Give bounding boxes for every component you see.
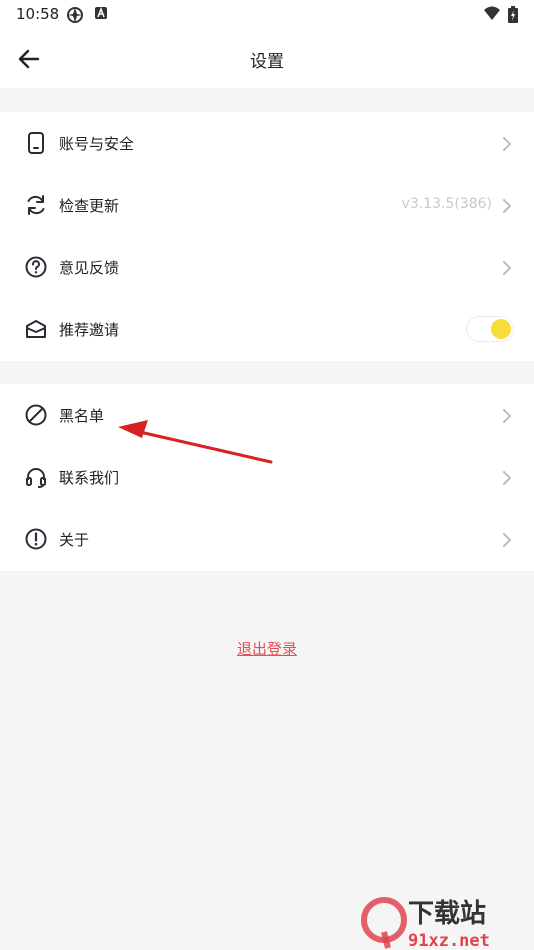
row-label: 意见反馈 bbox=[59, 259, 120, 277]
toggle-knob bbox=[491, 319, 511, 339]
wifi-icon bbox=[484, 6, 500, 20]
row-label: 检查更新 bbox=[59, 197, 120, 215]
headset-icon bbox=[26, 468, 46, 488]
row-invite: 推荐邀请 bbox=[0, 298, 534, 360]
status-bar: 10:58 bbox=[0, 0, 534, 28]
row-about[interactable]: 关于 bbox=[0, 508, 534, 570]
row-account-security[interactable]: 账号与安全 bbox=[0, 112, 534, 174]
refresh-icon bbox=[27, 195, 45, 215]
battery-icon bbox=[508, 6, 518, 23]
logout-link[interactable]: 退出登录 bbox=[0, 638, 534, 659]
row-label: 联系我们 bbox=[59, 469, 120, 487]
row-label: 黑名单 bbox=[59, 407, 105, 425]
chevron-right-icon bbox=[503, 471, 512, 485]
chevron-right-icon bbox=[503, 199, 512, 213]
phone-icon bbox=[28, 132, 44, 154]
row-label: 账号与安全 bbox=[59, 135, 135, 153]
mail-icon bbox=[26, 320, 46, 338]
row-contact-us[interactable]: 联系我们 bbox=[0, 446, 534, 508]
sync-status-icon bbox=[67, 7, 83, 23]
row-check-update[interactable]: 检查更新 v3.13.5(386) bbox=[0, 174, 534, 236]
chevron-right-icon bbox=[503, 137, 512, 151]
row-blacklist[interactable]: 黑名单 bbox=[0, 384, 534, 446]
chevron-right-icon bbox=[503, 261, 512, 275]
block-icon bbox=[25, 404, 47, 426]
chevron-right-icon bbox=[503, 533, 512, 547]
settings-group-account: 账号与安全 检查更新 v3.13.5(386) 意见反馈 推荐邀请 bbox=[0, 112, 534, 361]
version-value: v3.13.5(386) bbox=[401, 196, 492, 212]
watermark-brand: 下载站 bbox=[408, 899, 486, 929]
watermark-site: 91xz.net bbox=[408, 931, 490, 950]
page-title: 设置 bbox=[250, 52, 284, 72]
row-feedback[interactable]: 意见反馈 bbox=[0, 236, 534, 298]
chevron-right-icon bbox=[503, 409, 512, 423]
status-time: 10:58 bbox=[16, 5, 60, 23]
app-header: 设置 bbox=[0, 28, 534, 88]
row-label: 关于 bbox=[59, 531, 90, 549]
watermark-logo: 下载站 91xz.net bbox=[361, 897, 490, 950]
row-label: 推荐邀请 bbox=[59, 321, 120, 339]
invite-toggle[interactable] bbox=[466, 316, 514, 342]
info-circle-icon bbox=[25, 528, 47, 550]
question-circle-icon bbox=[25, 256, 47, 278]
settings-group-misc: 黑名单 联系我们 关于 bbox=[0, 384, 534, 571]
notification-a-icon bbox=[95, 6, 107, 19]
